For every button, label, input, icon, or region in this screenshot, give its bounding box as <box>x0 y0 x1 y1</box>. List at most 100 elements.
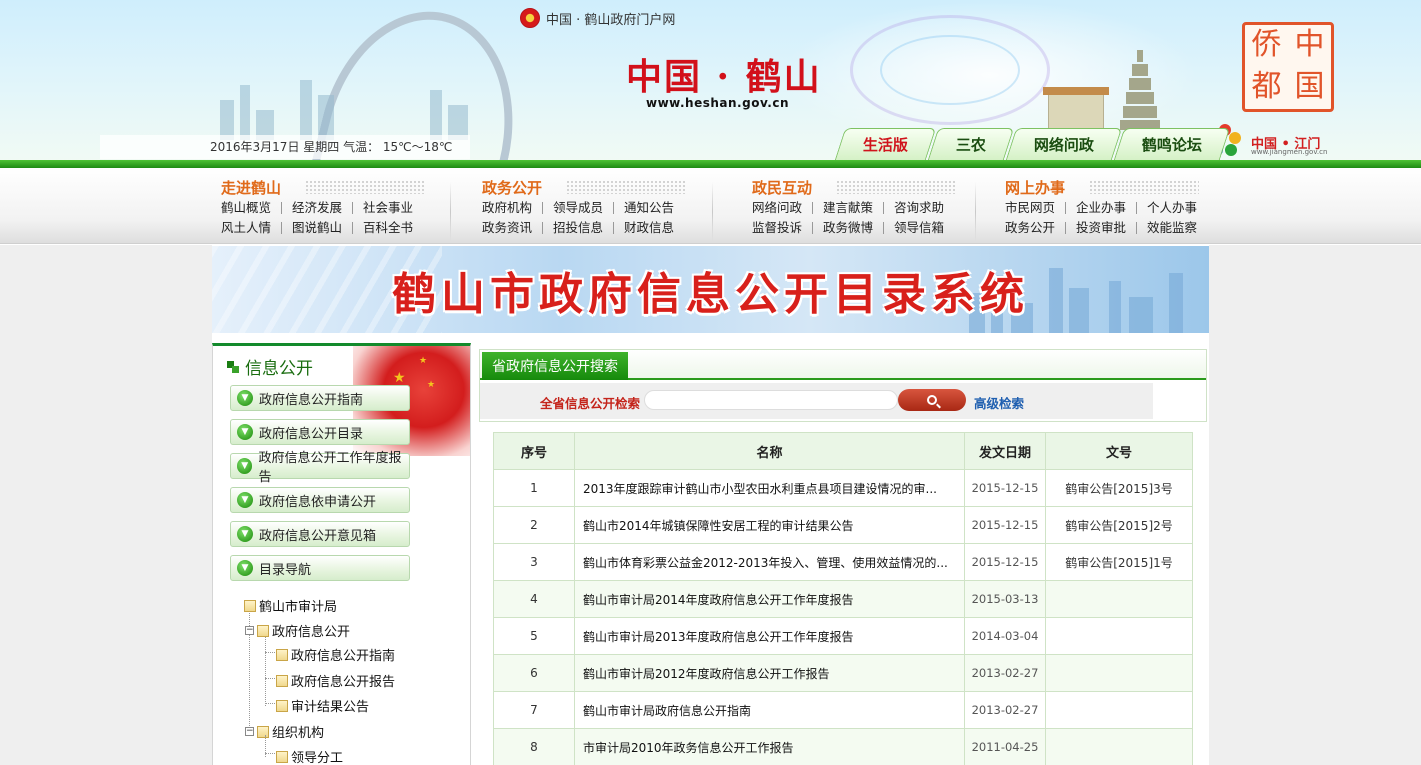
header-halo-decoration-inner <box>880 35 1020 105</box>
nav-link[interactable]: 社会事业 <box>352 201 423 214</box>
nav-link[interactable]: 投资审批 <box>1065 221 1136 234</box>
table-row: 7 鹤山市审计局政府信息公开指南 2013-02-27 <box>493 691 1193 729</box>
site-logo[interactable]: 中国 · 鹤山 www.heshan.gov.cn <box>626 48 820 118</box>
nav-link[interactable]: 经济发展 <box>281 201 352 214</box>
cell-name-link[interactable]: 鹤山市审计局2013年度政府信息公开工作年度报告 <box>574 617 965 655</box>
nav-link[interactable]: 效能监察 <box>1136 221 1207 234</box>
nav-link[interactable]: 领导信箱 <box>883 221 954 234</box>
advanced-search-link[interactable]: 高级检索 <box>974 393 1024 412</box>
nav-link[interactable]: 通知公告 <box>613 201 684 214</box>
qiaodu-char: 中 <box>1294 27 1325 62</box>
cell-number: 5 <box>493 617 575 655</box>
nav-group-title[interactable]: 走进鹤山 <box>221 176 426 198</box>
tree-node-organization[interactable]: − 组织机构 <box>245 722 324 741</box>
sidebar-item-annual-report[interactable]: ▼ 政府信息公开工作年度报告 <box>230 451 410 485</box>
tree-connector <box>265 634 266 706</box>
nav-link[interactable]: 财政信息 <box>613 221 684 234</box>
cell-doc-number <box>1045 580 1193 618</box>
table-row: 5 鹤山市审计局2013年度政府信息公开工作年度报告 2014-03-04 <box>493 617 1193 655</box>
nav-row: 鹤山概览 经济发展 社会事业 <box>221 198 425 218</box>
cell-name-link[interactable]: 鹤山市审计局2014年度政府信息公开工作年度报告 <box>574 580 965 618</box>
sidebar-item-label: 目录导航 <box>259 562 312 578</box>
site-logo-text: 中国 · 鹤山 <box>626 56 822 98</box>
tab-heming-forum[interactable]: 鹤鸣论坛 <box>1113 128 1231 160</box>
qiaodu-logo[interactable]: 侨 中 都 国 <box>1242 22 1334 112</box>
tree-node-audit-results[interactable]: 审计结果公告 <box>276 696 369 715</box>
nav-link[interactable]: 风土人情 <box>221 221 281 234</box>
search-tab[interactable]: 省政府信息公开搜索 <box>482 352 628 380</box>
tab-online-politics[interactable]: 网络问政 <box>1005 128 1123 160</box>
folder-icon <box>276 674 288 687</box>
tree-node-info-disclosure[interactable]: − 政府信息公开 <box>245 621 350 640</box>
nav-group-title[interactable]: 网上办事 <box>1005 176 1207 198</box>
cell-name-link[interactable]: 2013年度跟踪审计鹤山市小型农田水利重点县项目建设情况的审... <box>574 469 965 507</box>
collapse-icon[interactable]: − <box>245 727 254 736</box>
folder-icon <box>257 624 269 637</box>
cell-name-link[interactable]: 市审计局2010年政务信息公开工作报告 <box>574 728 965 765</box>
tree-node-label: 政府信息公开报告 <box>291 675 396 690</box>
table-row: 4 鹤山市审计局2014年度政府信息公开工作年度报告 2015-03-13 <box>493 580 1193 618</box>
dot-pattern <box>1089 180 1200 194</box>
portal-title[interactable]: 中国 · 鹤山政府门户网 <box>520 8 675 28</box>
sidebar-title-text: 信息公开 <box>245 359 313 379</box>
sidebar-title: 信息公开 <box>227 354 313 379</box>
nav-link[interactable]: 百科全书 <box>352 221 423 234</box>
sidebar-item-feedback-box[interactable]: ▼ 政府信息公开意见箱 <box>230 521 410 547</box>
tab-agriculture[interactable]: 三农 <box>927 128 1015 160</box>
nav-link[interactable]: 鹤山概览 <box>221 201 281 214</box>
nav-link[interactable]: 图说鹤山 <box>281 221 352 234</box>
nav-link[interactable]: 个人办事 <box>1136 201 1207 214</box>
nav-link[interactable]: 监督投诉 <box>752 221 812 234</box>
version-tabs: 生活版 三农 网络问政 鹤鸣论坛 <box>834 128 1231 160</box>
cell-name-link[interactable]: 鹤山市审计局2012年度政府信息公开工作报告 <box>574 654 965 692</box>
cell-name-link[interactable]: 鹤山市审计局政府信息公开指南 <box>574 691 965 729</box>
sidebar-item-guide[interactable]: ▼ 政府信息公开指南 <box>230 385 410 411</box>
cell-name-link[interactable]: 鹤山市2014年城镇保障性安居工程的审计结果公告 <box>574 506 965 544</box>
cell-name-link[interactable]: 鹤山市体育彩票公益金2012-2013年投入、管理、使用效益情况的... <box>574 543 965 581</box>
tree-node-leadership[interactable]: 领导分工 <box>276 747 343 765</box>
search-button[interactable] <box>898 389 966 411</box>
cell-number: 8 <box>493 728 575 765</box>
chevron-down-icon: ▼ <box>237 458 253 474</box>
tree-node-label: 政府信息公开 <box>272 625 351 640</box>
star-icon: ★ <box>393 370 406 386</box>
chevron-down-icon: ▼ <box>237 424 253 440</box>
nav-link[interactable]: 领导成员 <box>542 201 613 214</box>
nav-link[interactable]: 网络问政 <box>752 201 812 214</box>
nav-link[interactable]: 企业办事 <box>1065 201 1136 214</box>
tree-node-audit-bureau[interactable]: 鹤山市审计局 <box>244 596 337 615</box>
tree-node-report[interactable]: 政府信息公开报告 <box>276 671 395 690</box>
table-row: 1 2013年度跟踪审计鹤山市小型农田水利重点县项目建设情况的审... 2015… <box>493 469 1193 507</box>
cell-doc-number <box>1045 728 1193 765</box>
qiaodu-char: 国 <box>1294 69 1325 104</box>
star-icon: ★ <box>419 356 428 366</box>
tab-label: 网络问政 <box>1033 136 1094 154</box>
collapse-icon[interactable]: − <box>245 626 254 635</box>
star-icon: ★ <box>427 380 436 390</box>
nav-link[interactable]: 政务资讯 <box>482 221 542 234</box>
column-header-number: 序号 <box>493 432 575 470</box>
tree-node-guide[interactable]: 政府信息公开指南 <box>276 645 395 664</box>
nav-group-title[interactable]: 政务公开 <box>482 176 687 198</box>
sidebar-item-directory-nav[interactable]: ▼ 目录导航 <box>230 555 410 581</box>
nav-link[interactable]: 政府机构 <box>482 201 542 214</box>
nav-row: 政务资讯 招投信息 财政信息 <box>482 218 686 238</box>
search-input[interactable] <box>644 390 898 410</box>
sidebar-item-catalog[interactable]: ▼ 政府信息公开目录 <box>230 419 410 445</box>
chevron-down-icon: ▼ <box>237 492 253 508</box>
nav-link[interactable]: 政务微博 <box>812 221 883 234</box>
tab-label: 三农 <box>955 136 986 154</box>
folder-icon <box>276 699 288 712</box>
nav-link[interactable]: 招投信息 <box>542 221 613 234</box>
nav-link[interactable]: 建言献策 <box>812 201 883 214</box>
nav-group-title[interactable]: 政民互动 <box>752 176 957 198</box>
column-header-date: 发文日期 <box>964 432 1046 470</box>
nav-link[interactable]: 市民网页 <box>1005 201 1065 214</box>
provincial-search-panel: 省政府信息公开搜索 全省信息公开检索 高级检索 <box>479 349 1207 422</box>
nav-link[interactable]: 政务公开 <box>1005 221 1065 234</box>
sidebar-item-request-disclosure[interactable]: ▼ 政府信息依申请公开 <box>230 487 410 513</box>
tab-life-version[interactable]: 生活版 <box>834 128 937 160</box>
dot-pattern <box>566 180 687 194</box>
nav-link[interactable]: 咨询求助 <box>883 201 954 214</box>
nav-title-text: 走进鹤山 <box>221 178 282 197</box>
